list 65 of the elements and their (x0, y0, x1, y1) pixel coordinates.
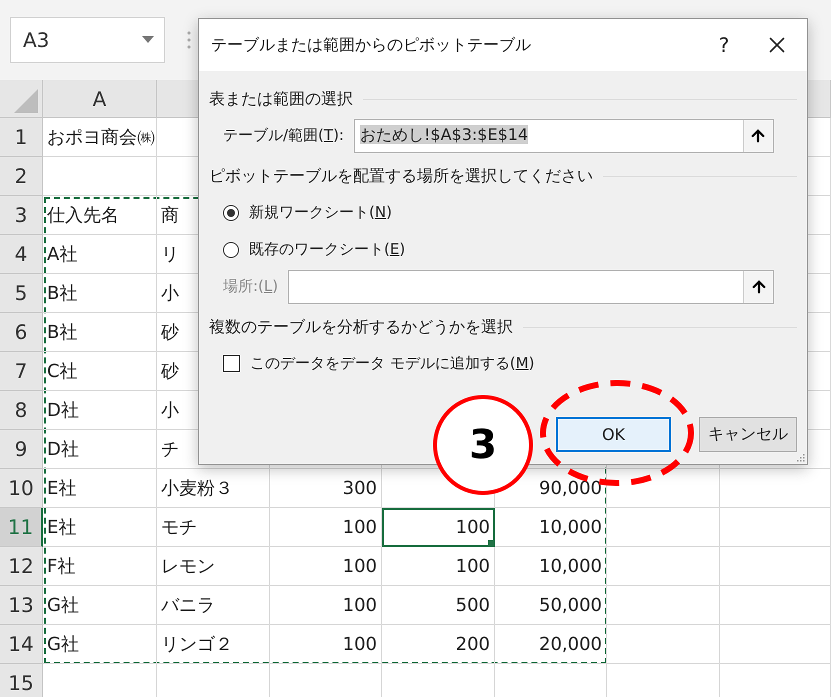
table-cell: バニラ (157, 586, 270, 625)
table-cell: 仕入先名 (43, 196, 157, 235)
table-cell: F社 (43, 547, 157, 586)
table-cell: D社 (43, 430, 157, 469)
table-cell: A社 (43, 235, 157, 274)
table-cell: レモン (157, 547, 270, 586)
row-header[interactable]: 11 (0, 508, 43, 547)
table-cell: 200 (382, 625, 495, 664)
row-header[interactable]: 6 (0, 313, 43, 352)
table-cell: 100 (382, 508, 495, 547)
row-header[interactable]: 7 (0, 352, 43, 391)
table-cell: 100 (270, 547, 382, 586)
checkbox[interactable] (223, 355, 240, 372)
table-cell: 50,000 (495, 586, 607, 625)
table-cell: 20,000 (495, 625, 607, 664)
table-cell: 500 (382, 586, 495, 625)
row-header[interactable]: 14 (0, 625, 43, 664)
collapse-button[interactable] (742, 120, 773, 152)
table-cell: G社 (43, 625, 157, 664)
field-label: テーブル/範囲(T): (223, 126, 344, 145)
row-header[interactable]: 12 (0, 547, 43, 586)
row-header[interactable]: 3 (0, 196, 43, 235)
table-cell: 100 (270, 625, 382, 664)
range-field[interactable] (288, 270, 774, 304)
table-cell: 100 (382, 547, 495, 586)
collapse-button[interactable] (743, 270, 774, 302)
dialog-title: テーブルまたは範囲からのピボットテーブル (211, 34, 532, 56)
table-cell: モチ (157, 508, 270, 547)
radio-button[interactable] (223, 242, 239, 258)
table-cell: 100 (270, 508, 382, 547)
table-cell: G社 (43, 586, 157, 625)
row-header[interactable]: 1 (0, 118, 43, 157)
section-heading: ピボットテーブルを配置する場所を選択してください (209, 166, 593, 186)
section-heading: 表または範囲の選択 (209, 88, 353, 110)
name-box[interactable]: A3 (10, 17, 165, 63)
row-header[interactable]: 2 (0, 157, 43, 196)
row-header[interactable]: 5 (0, 274, 43, 313)
row-header[interactable]: 8 (0, 391, 43, 430)
help-button[interactable]: ? (701, 25, 747, 65)
table-cell: B社 (43, 274, 157, 313)
row-header[interactable]: 13 (0, 586, 43, 625)
range-field[interactable]: おためし!$A$3:$E$14 (354, 118, 774, 152)
dropdown-caret-icon (142, 36, 154, 44)
row-header[interactable]: 10 (0, 469, 43, 508)
table-cell: 10,000 (495, 547, 607, 586)
table-cell: E社 (43, 508, 157, 547)
table-cell: B社 (43, 313, 157, 352)
ok-button[interactable]: OK (556, 417, 671, 452)
resize-grip-icon[interactable] (795, 452, 805, 462)
table-cell: リンゴ２ (157, 625, 270, 664)
grip-icon (187, 31, 191, 49)
table-cell: 小麦粉３ (157, 469, 270, 508)
table-cell: 10,000 (495, 508, 607, 547)
row-header[interactable]: 9 (0, 430, 43, 469)
column-header[interactable]: A (43, 80, 157, 118)
table-cell: 100 (270, 586, 382, 625)
table-cell: 300 (270, 469, 382, 508)
table-cell: C社 (43, 352, 157, 391)
table-cell: E社 (43, 469, 157, 508)
row-header[interactable]: 15 (0, 664, 43, 697)
row-header[interactable]: 4 (0, 235, 43, 274)
table-cell: D社 (43, 391, 157, 430)
radio-button[interactable] (223, 204, 239, 220)
cancel-button[interactable]: キャンセル (699, 417, 797, 452)
table-cell: おポヨ商会㈱ (43, 118, 157, 157)
